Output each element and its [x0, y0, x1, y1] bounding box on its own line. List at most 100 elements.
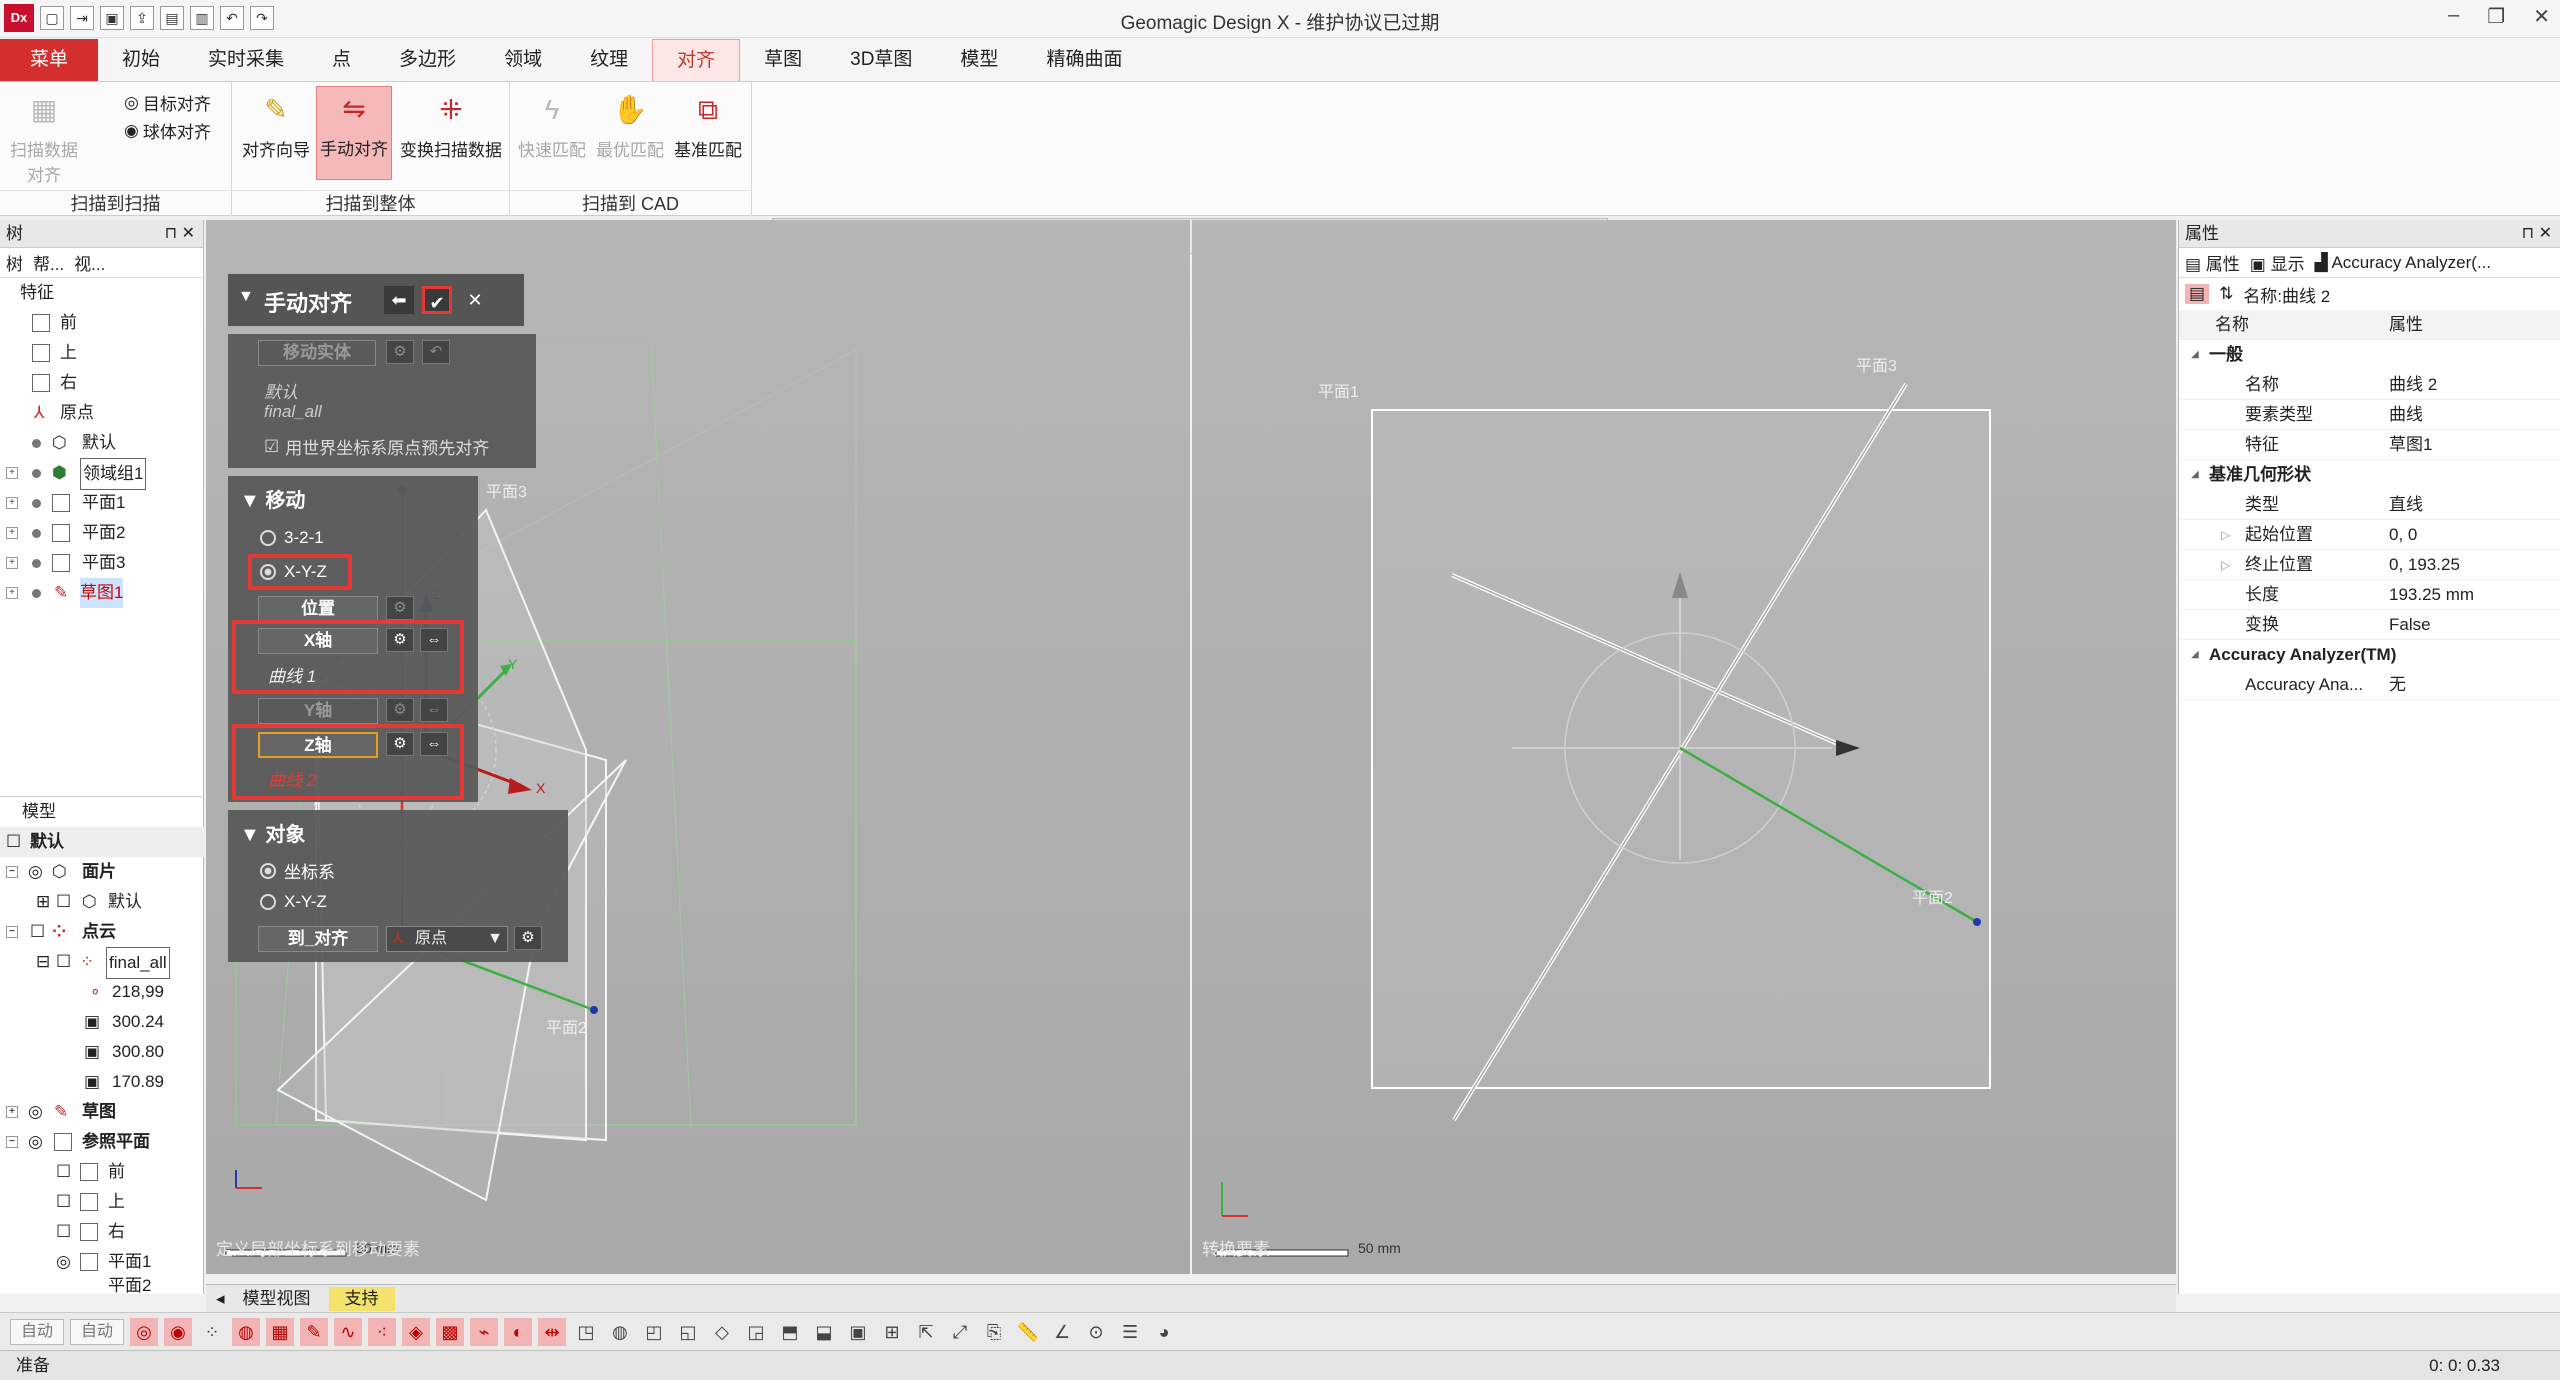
category-general[interactable]: 一般	[2179, 340, 2560, 370]
tree-item[interactable]: 右	[0, 368, 203, 398]
collapse-icon[interactable]: −	[6, 1136, 18, 1148]
tab-exact-surface[interactable]: 精确曲面	[1022, 39, 1146, 81]
sphere-align-button[interactable]: ◉ 球体对齐	[124, 118, 211, 143]
view-globe-icon[interactable]: ◍	[606, 1318, 634, 1346]
tab-align[interactable]: 对齐	[652, 39, 741, 81]
tab-sketch[interactable]: 草图	[740, 39, 826, 81]
expand-icon[interactable]: +	[6, 467, 18, 479]
eye-icon[interactable]: ◎	[28, 857, 43, 887]
curve-filter-icon[interactable]: ∿	[334, 1317, 363, 1346]
tab-tree[interactable]: 树	[6, 250, 23, 275]
expand-icon[interactable]: +	[6, 497, 18, 509]
tree-item[interactable]: 上	[0, 338, 203, 368]
points-filter-icon[interactable]: ⁘	[198, 1318, 226, 1346]
position-field[interactable]: 位置	[258, 596, 378, 622]
prop-row[interactable]: 类型 直线	[2179, 490, 2560, 520]
expand-arrow-icon[interactable]: ▷	[2221, 520, 2230, 550]
expand-icon[interactable]: +	[6, 587, 18, 599]
tree-item[interactable]: ☐ 上	[0, 1187, 204, 1217]
view-back-icon[interactable]: ◲	[742, 1318, 770, 1346]
visibility-dot[interactable]	[32, 469, 41, 478]
tab-live-capture[interactable]: 实时采集	[184, 39, 308, 81]
prop-row[interactable]: ▷ 起始位置 0, 0	[2179, 520, 2560, 550]
tab-texture[interactable]: 纹理	[566, 39, 652, 81]
tab-model-view[interactable]: 模型视图	[227, 1287, 327, 1311]
tree-item[interactable]: 前	[0, 308, 203, 338]
back-button[interactable]: ⬅	[384, 286, 414, 314]
tab-point[interactable]: 点	[308, 39, 375, 81]
align-wizard-button[interactable]: ✎ 对齐向导	[238, 88, 314, 161]
angle-icon[interactable]: ∠	[1048, 1318, 1076, 1346]
eye-icon[interactable]: ◎	[28, 1097, 43, 1127]
pin-close-icon[interactable]: ⊓ ✕	[2522, 220, 2552, 248]
select-tool-icon[interactable]: ⇱	[912, 1318, 940, 1346]
visibility-dot[interactable]	[32, 589, 41, 598]
region-filter-icon[interactable]: ◍	[232, 1317, 261, 1346]
expand-icon[interactable]: +	[6, 527, 18, 539]
checkbox-icon[interactable]: ☐	[56, 1217, 71, 1247]
checkbox-icon[interactable]: ☐	[56, 1157, 71, 1187]
viewport-right[interactable]: 平面1 平面3 平面2 50 mm 转换要素	[1192, 220, 2176, 1274]
expand-icon[interactable]: +	[6, 1106, 18, 1118]
prop-row[interactable]: 变换 False	[2179, 610, 2560, 640]
tab-support[interactable]: 支持	[328, 1286, 395, 1311]
tree-item[interactable]: + ✎ 草图1	[0, 578, 203, 608]
collapse-icon[interactable]: −	[6, 926, 18, 938]
tab-polygon[interactable]: 多边形	[375, 39, 480, 81]
split-view-icon[interactable]: ⊞	[878, 1318, 906, 1346]
tab-properties[interactable]: ▤ 属性	[2185, 250, 2240, 275]
tab-region[interactable]: 领域	[480, 39, 566, 81]
filter-icon[interactable]: ◎	[130, 1317, 159, 1346]
category-accuracy[interactable]: Accuracy Analyzer(TM)	[2179, 640, 2560, 670]
tab-3d-sketch[interactable]: 3D草图	[826, 39, 936, 81]
radio-321[interactable]: 3-2-1	[260, 528, 324, 548]
tree-item[interactable]: + 平面2	[0, 518, 203, 548]
gear-icon[interactable]: ⚙	[386, 698, 414, 722]
tree-item[interactable]: ⊞ ☐ ⬡ 默认	[0, 887, 204, 917]
view-normal-icon[interactable]: ▣	[844, 1318, 872, 1346]
pin-close-icon[interactable]: ⊓ ✕	[165, 220, 195, 248]
auto-select-1[interactable]: 自动	[10, 1318, 65, 1345]
move-entity-field[interactable]: 移动实体	[258, 340, 376, 366]
gear-icon[interactable]: ⚙	[386, 340, 414, 364]
tree-item[interactable]: ☐ 右	[0, 1217, 204, 1247]
ruler-icon[interactable]: 📏	[1014, 1318, 1042, 1346]
tab-display[interactable]: ▣ 显示	[2250, 250, 2305, 275]
prop-row[interactable]: 要素类型 曲线	[2179, 400, 2560, 430]
prop-row[interactable]: 长度 193.25 mm	[2179, 580, 2560, 610]
visibility-dot[interactable]	[32, 529, 41, 538]
sketch-filter-icon[interactable]: ✎	[300, 1317, 329, 1346]
checkbox-icon[interactable]: ☐	[56, 947, 71, 977]
tree-item[interactable]: ◎ 平面1	[0, 1247, 204, 1277]
collapse-icon[interactable]: −	[6, 866, 18, 878]
face-filter-icon[interactable]: ▩	[436, 1317, 465, 1346]
tree-item[interactable]: ☐ 默认	[0, 827, 204, 857]
tree-item[interactable]: ⊟ ☐ ⁘ final_all	[0, 947, 204, 979]
tab-initial[interactable]: 初始	[98, 39, 184, 81]
quick-fit-button[interactable]: ϟ 快速匹配	[514, 88, 590, 161]
point-filter-icon[interactable]: ⁖	[368, 1317, 397, 1346]
expand-icon[interactable]: ⊞	[36, 887, 50, 917]
checkbox-icon[interactable]: ☐	[56, 1187, 71, 1217]
eye-icon[interactable]: ◎	[56, 1247, 71, 1277]
tree-item[interactable]: − ☐ ⁘ 点云	[0, 917, 204, 947]
collapse-arrow-icon[interactable]: ▼	[238, 288, 254, 306]
tab-model[interactable]: 模型	[936, 39, 1022, 81]
radio-xyz-target[interactable]: X-Y-Z	[260, 892, 327, 912]
gear-icon[interactable]: ⚙	[386, 596, 414, 620]
categorize-icon[interactable]: ▤	[2185, 284, 2210, 304]
to-align-field[interactable]: 到_对齐	[258, 926, 378, 952]
prealign-checkbox[interactable]: ☑ 用世界坐标系原点预先对齐	[264, 434, 489, 459]
undo-icon[interactable]: ↶	[422, 340, 450, 364]
vertex-filter-icon[interactable]: ◐	[504, 1317, 533, 1346]
tree-item[interactable]: 平面2	[0, 1277, 204, 1293]
tree-item[interactable]: ∘ 218,99	[0, 977, 204, 1007]
tree-item[interactable]: + 平面3	[0, 548, 203, 578]
sort-icon[interactable]: ⇅	[2219, 284, 2233, 304]
restore-icon[interactable]: ❐	[2487, 4, 2505, 29]
view-bottom-icon[interactable]: ⬒	[776, 1318, 804, 1346]
prop-row[interactable]: Accuracy Ana... 无	[2179, 670, 2560, 700]
measure-filter-icon[interactable]: ⇹	[538, 1317, 567, 1346]
visibility-dot[interactable]	[32, 499, 41, 508]
tab-menu[interactable]: 菜单	[0, 39, 98, 81]
